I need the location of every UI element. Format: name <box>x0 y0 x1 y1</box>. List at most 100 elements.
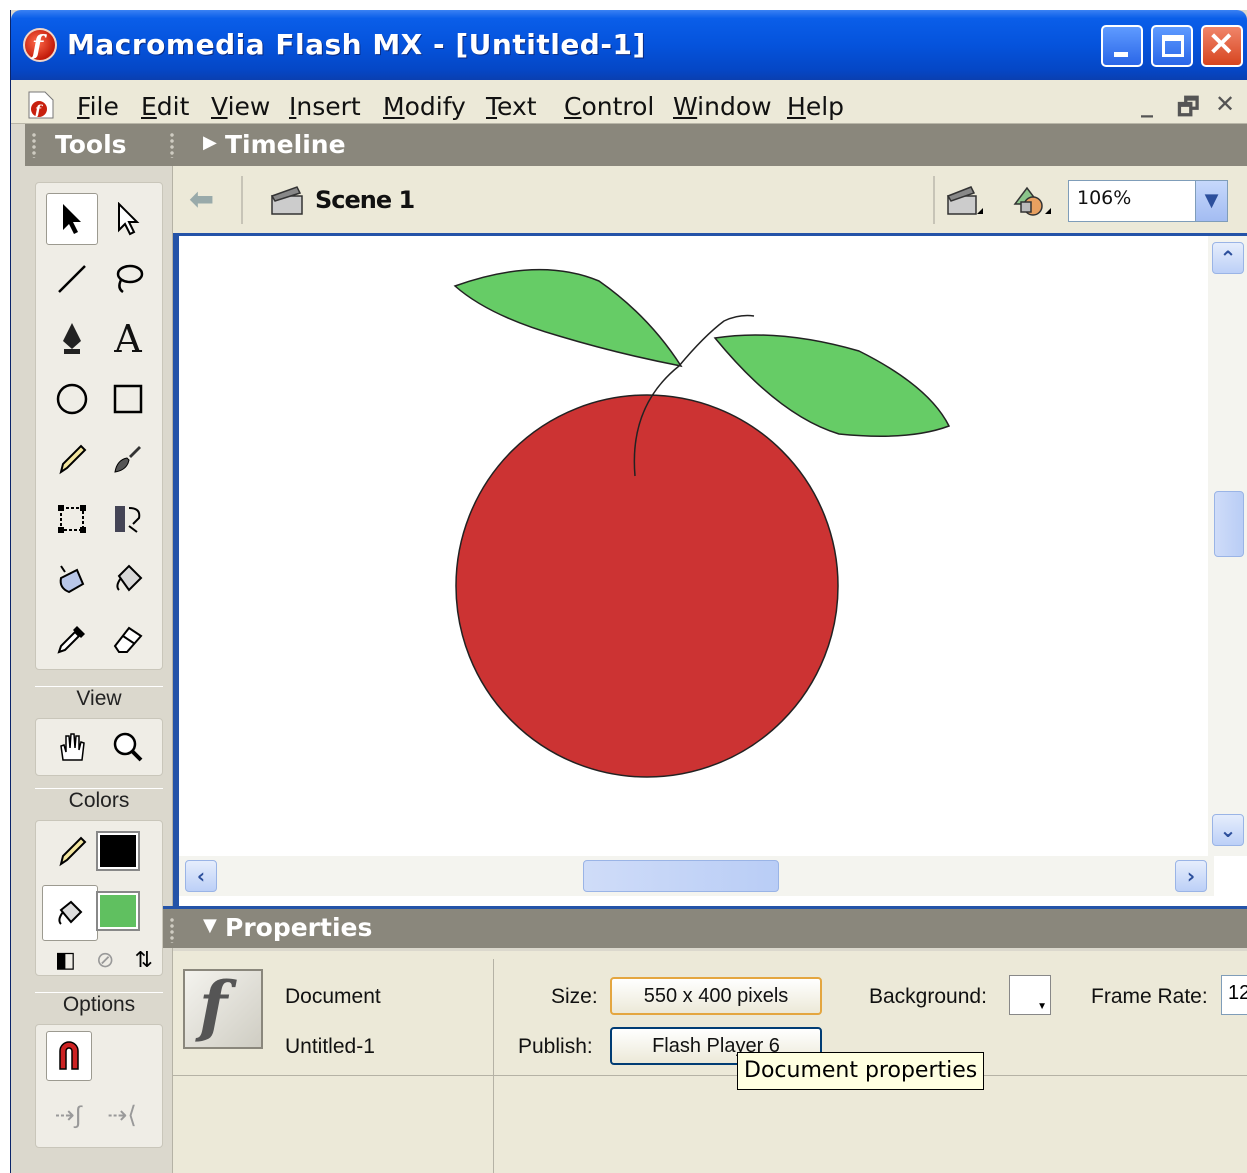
zoom-tool-icon[interactable] <box>102 721 154 773</box>
doc-minimize-button[interactable]: _ <box>1141 90 1153 118</box>
line-tool-icon[interactable] <box>46 253 98 305</box>
tools-title: Tools <box>55 130 127 159</box>
edit-scene-icon[interactable] <box>945 184 985 220</box>
props-divider <box>493 959 494 1173</box>
frame-rate-input[interactable]: 12 <box>1221 975 1247 1015</box>
publish-label: Publish: <box>518 1035 593 1058</box>
scene-clapper-icon <box>270 186 303 215</box>
ink-bottle-tool-icon[interactable] <box>46 553 98 605</box>
panel-grip-icon[interactable] <box>31 132 37 158</box>
vertical-scroll-thumb[interactable] <box>1214 491 1244 557</box>
scene-name[interactable]: Scene 1 <box>315 186 415 214</box>
menu-file[interactable]: File <box>77 92 119 121</box>
collapse-arrow-icon[interactable]: ▼ <box>203 915 217 936</box>
tools-panel-header[interactable]: Tools <box>25 124 173 166</box>
menu-text[interactable]: Text <box>486 92 537 121</box>
fill-color-bucket-icon <box>42 885 98 941</box>
subselect-tool-icon[interactable] <box>102 193 154 245</box>
frame-rate-label: Frame Rate: <box>1091 985 1208 1008</box>
color-buttons-row: ◧ ⊘ ⇅ <box>45 942 163 978</box>
menu-view[interactable]: View <box>211 92 270 121</box>
apple-body[interactable] <box>455 394 839 778</box>
menu-window[interactable]: Window <box>673 92 772 121</box>
title-bar: f Macromedia Flash MX - [Untitled-1] × <box>11 10 1247 80</box>
minimize-icon <box>1114 52 1128 57</box>
panel-grip-icon[interactable] <box>169 132 175 158</box>
no-color-icon[interactable]: ⊘ <box>96 947 114 973</box>
options-section-label: Options <box>35 992 163 1022</box>
back-arrow-icon[interactable]: ⬅ <box>189 182 214 217</box>
oval-tool-icon[interactable] <box>46 373 98 425</box>
menu-insert[interactable]: Insert <box>289 92 361 121</box>
tooltip: Document properties <box>737 1052 985 1090</box>
scroll-left-icon[interactable]: ‹ <box>185 860 217 892</box>
document-name-label: Untitled-1 <box>285 1035 375 1058</box>
menu-control[interactable]: Control <box>564 92 654 121</box>
straighten-option-icon[interactable]: ⇢⟨ <box>98 1091 146 1139</box>
free-transform-tool-icon[interactable] <box>46 493 98 545</box>
menu-edit[interactable]: Edit <box>141 92 189 121</box>
panel-grip-icon[interactable] <box>169 917 175 943</box>
edit-bar: ⬅ Scene 1 106% ▼ <box>173 166 1247 236</box>
swap-colors-icon[interactable]: ⇅ <box>135 947 153 973</box>
eraser-tool-icon[interactable] <box>102 613 154 665</box>
stage-area[interactable]: ⌃ ⌄ ‹ › <box>173 236 1247 906</box>
menu-modify[interactable]: Modify <box>383 92 466 121</box>
apple-leaf-left[interactable] <box>453 268 683 368</box>
rectangle-tool-icon[interactable] <box>102 373 154 425</box>
expand-arrow-icon[interactable]: ▶ <box>203 132 217 153</box>
edit-symbols-icon[interactable] <box>1011 180 1053 220</box>
close-button[interactable]: × <box>1201 23 1243 67</box>
background-color-swatch[interactable]: ▼ <box>1009 975 1051 1015</box>
scroll-down-icon[interactable]: ⌄ <box>1212 814 1244 846</box>
arrow-tool-icon[interactable] <box>46 193 98 245</box>
maximize-button[interactable] <box>1151 25 1193 67</box>
flash-window: f Macromedia Flash MX - [Untitled-1] × f… <box>10 10 1247 1173</box>
background-label: Background: <box>869 985 987 1008</box>
minimize-button[interactable] <box>1101 25 1143 67</box>
snap-magnet-icon[interactable] <box>46 1031 92 1081</box>
horizontal-scroll-thumb[interactable] <box>583 860 779 892</box>
close-icon: × <box>1207 23 1236 63</box>
vertical-scrollbar[interactable]: ⌃ ⌄ <box>1208 236 1247 856</box>
smooth-option-icon[interactable]: ⇢∫ <box>44 1091 92 1139</box>
stroke-color-pencil-icon <box>46 825 98 877</box>
scroll-right-icon[interactable]: › <box>1175 860 1207 892</box>
stroke-color-chip <box>100 835 136 867</box>
properties-panel: f Document Untitled-1 Size: 550 x 400 pi… <box>173 951 1247 1173</box>
flash-app-icon[interactable]: f <box>23 28 57 62</box>
fill-color-swatch[interactable] <box>96 891 140 931</box>
timeline-panel-header[interactable]: ▶ Timeline <box>163 124 1247 166</box>
drawing-tools: A <box>35 182 163 670</box>
stroke-color-swatch[interactable] <box>96 831 140 871</box>
lasso-tool-icon[interactable] <box>102 253 154 305</box>
default-colors-icon[interactable]: ◧ <box>55 947 76 973</box>
timeline-title: Timeline <box>225 130 346 159</box>
toolbar-separator <box>241 176 243 224</box>
menu-help[interactable]: Help <box>787 92 844 121</box>
brush-tool-icon[interactable] <box>102 433 154 485</box>
fill-transform-tool-icon[interactable] <box>102 493 154 545</box>
window-title: Macromedia Flash MX - [Untitled-1] <box>67 28 646 61</box>
view-tools <box>35 718 163 776</box>
apple-leaf-right[interactable] <box>713 334 951 437</box>
chevron-down-icon[interactable]: ▼ <box>1195 181 1227 221</box>
text-tool-icon[interactable]: A <box>102 313 154 365</box>
flash-document-icon: f <box>183 967 263 1049</box>
zoom-select[interactable]: 106% ▼ <box>1068 180 1228 222</box>
document-size-button[interactable]: 550 x 400 pixels <box>610 977 822 1015</box>
paint-bucket-tool-icon[interactable] <box>102 553 154 605</box>
zoom-value: 106% <box>1077 187 1132 209</box>
properties-panel-header[interactable]: ▼ Properties <box>163 906 1247 948</box>
colors-section-label: Colors <box>35 788 163 818</box>
document-icon[interactable]: f <box>27 90 55 120</box>
horizontal-scrollbar[interactable]: ‹ › <box>179 856 1214 896</box>
pen-tool-icon[interactable] <box>46 313 98 365</box>
pencil-tool-icon[interactable] <box>46 433 98 485</box>
doc-close-button[interactable]: ✕ <box>1215 90 1235 118</box>
hand-tool-icon[interactable] <box>46 721 98 773</box>
apple-drawing[interactable] <box>179 236 1214 856</box>
scroll-up-icon[interactable]: ⌃ <box>1212 242 1244 274</box>
tools-panel: Tools A View Colors ◧ ⊘ ⇅ Options ⇢∫ ⇢⟨ <box>25 124 173 1173</box>
eyedropper-tool-icon[interactable] <box>46 613 98 665</box>
